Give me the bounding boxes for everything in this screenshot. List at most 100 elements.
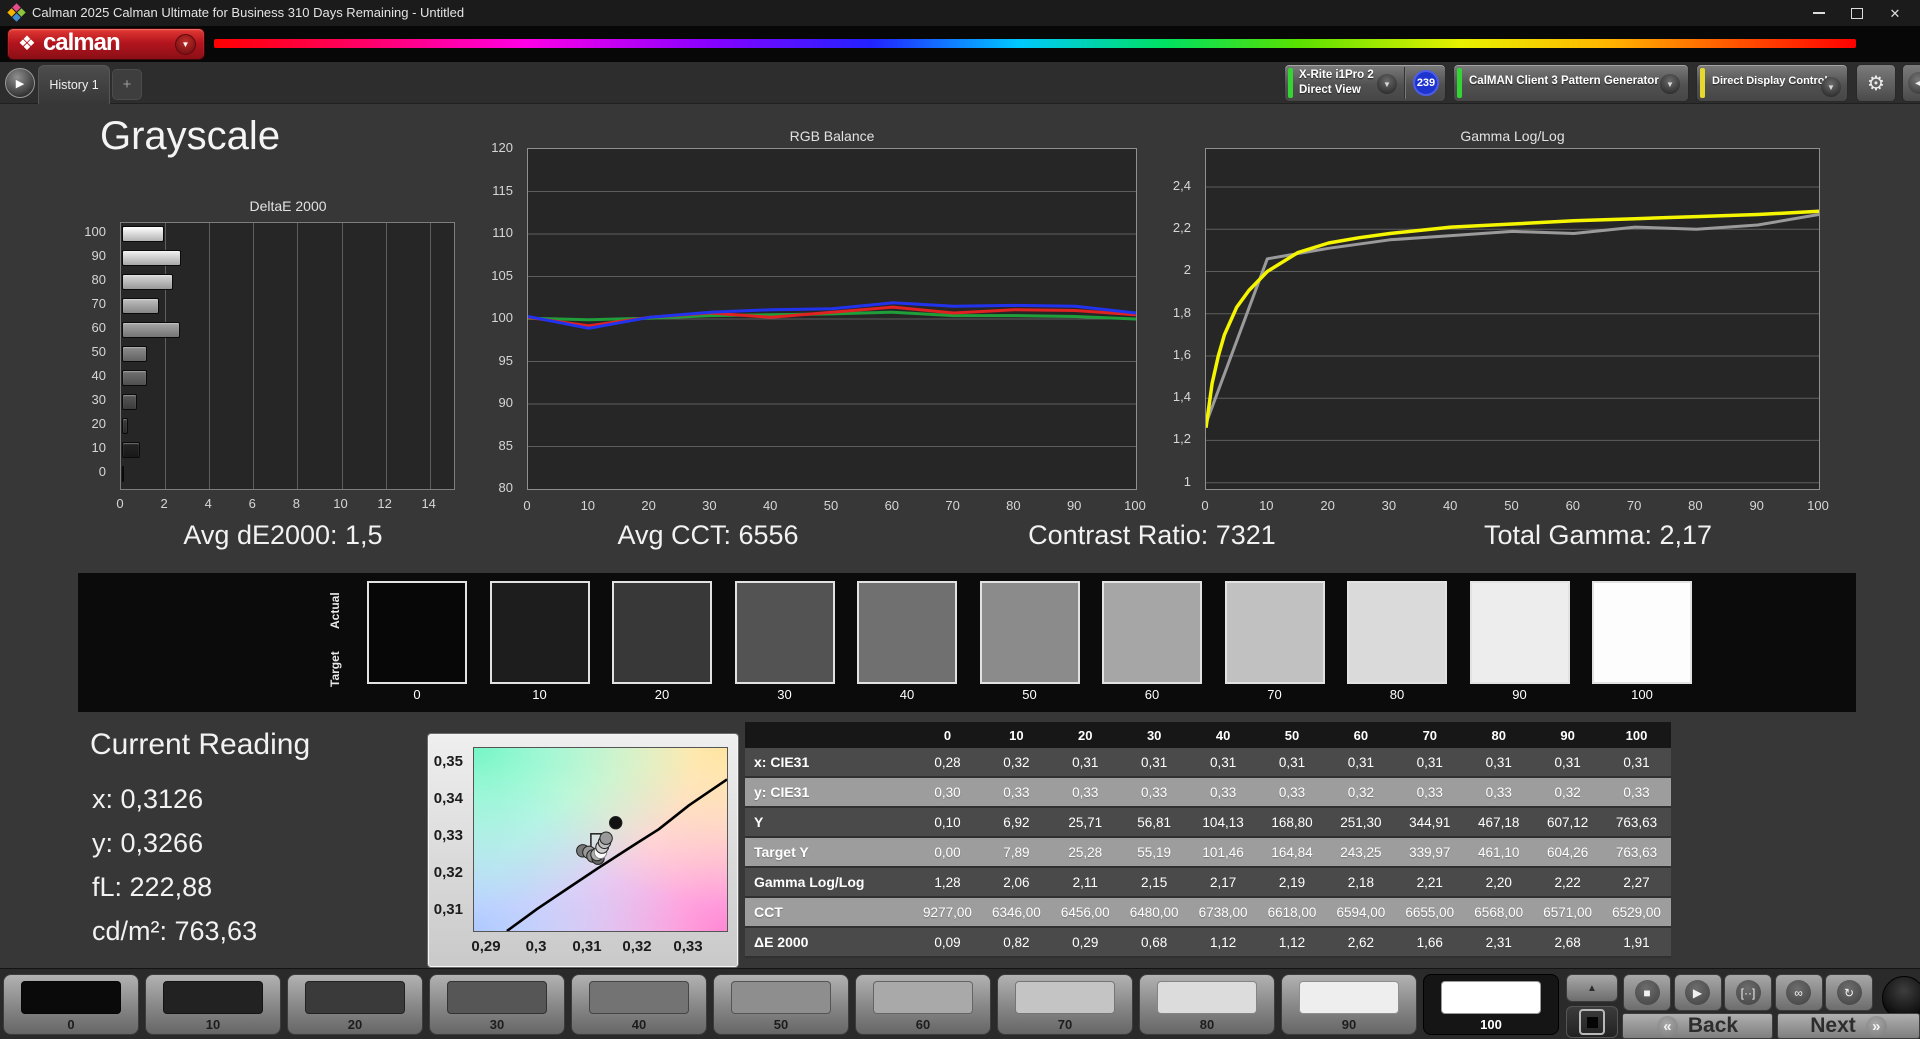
pattern-level-label: 60	[915, 1017, 931, 1032]
refresh-icon: ↻	[1836, 980, 1862, 1005]
chevron-down-icon[interactable]: ▼	[1377, 74, 1397, 94]
ramp-swatch-label: 20	[654, 687, 670, 702]
back-chevron-icon: «	[1656, 1015, 1678, 1037]
pattern-window-button[interactable]	[1566, 1006, 1618, 1038]
stop-button[interactable]: ■	[1623, 974, 1671, 1011]
calman-menu-button[interactable]: ❖ calman ▼	[7, 28, 205, 60]
table-cell: 0,31	[1533, 748, 1603, 778]
next-button[interactable]: Next »	[1777, 1013, 1920, 1039]
pattern-level-label: 20	[347, 1017, 363, 1032]
deltae-y-axis: 100 90 80 70 60 50 40 30 20 10 0	[84, 224, 106, 479]
table-cell: 0,31	[1188, 748, 1258, 778]
pattern-level-button-10[interactable]: 10	[145, 974, 281, 1035]
reading-y: y: 0,3266	[92, 828, 204, 858]
minimize-button[interactable]	[1800, 0, 1838, 26]
play-button[interactable]: ▶	[1673, 974, 1722, 1011]
pattern-level-button-60[interactable]: 60	[855, 974, 991, 1035]
continuous-measure-button[interactable]: ∞	[1774, 974, 1823, 1011]
reading-x: x: 0,3126	[92, 784, 204, 814]
table-cell: 0,32	[1533, 777, 1603, 808]
table-col-header: 60	[1326, 722, 1396, 748]
actual-row-label: Actual	[328, 592, 342, 630]
table-cell: 0,31	[1119, 748, 1189, 778]
add-tab-button[interactable]: +	[112, 69, 142, 100]
table-cell: 1,12	[1188, 927, 1258, 958]
display-control-dropdown[interactable]: Direct Display Control ▼	[1696, 64, 1848, 102]
deltae-chart	[120, 222, 455, 490]
reading-fl: fL: 222,88	[92, 872, 213, 902]
chevron-down-icon[interactable]: ▼	[1660, 74, 1680, 94]
meter-dropdown[interactable]: X-Rite i1Pro 2 Direct View ▼ 239	[1284, 64, 1446, 102]
ramp-swatch-0	[367, 581, 467, 684]
table-row: y: CIE31 0,30 0,33 0,33 0,33 0,33 0,33 0,32 0,33…	[745, 777, 1671, 808]
table-cell: 2,18	[1326, 867, 1396, 898]
table-cell: 763,63	[1602, 837, 1671, 868]
run-history-button[interactable]: ▶	[5, 68, 35, 98]
table-cell: 2,11	[1050, 867, 1120, 898]
table-cell: 6,92	[981, 807, 1051, 838]
minimize-icon	[1813, 12, 1825, 14]
maximize-icon	[1851, 7, 1863, 19]
deltae-bar-90	[122, 250, 182, 266]
table-cell: 2,15	[1119, 867, 1189, 898]
pattern-level-button-30[interactable]: 30	[429, 974, 565, 1035]
ramp-swatch-70	[1224, 581, 1325, 684]
pattern-toolbar: ▲ « Back Next » 0 10 20 30 40 50 60 70 80 90 100 ■ ▶…	[0, 968, 1920, 1039]
rgb-balance-chart-title: RGB Balance	[789, 128, 875, 144]
pattern-level-button-90[interactable]: 90	[1281, 974, 1417, 1035]
close-button[interactable]: ✕	[1876, 0, 1914, 26]
table-row-label: CCT	[745, 897, 913, 928]
ramp-swatch-10	[489, 581, 590, 684]
table-cell: 0,31	[1464, 748, 1534, 778]
play-icon: ▶	[1685, 980, 1710, 1005]
play-icon: ▶	[15, 77, 25, 90]
pattern-size-button[interactable]: [··]	[1724, 974, 1772, 1011]
deltae-chart-title: DeltaE 2000	[249, 198, 327, 214]
table-cell: 0,33	[1050, 777, 1120, 808]
pattern-level-button-80[interactable]: 80	[1139, 974, 1275, 1035]
ramp-swatch-100	[1592, 581, 1692, 684]
pattern-level-swatch	[1157, 981, 1257, 1014]
maximize-button[interactable]	[1838, 0, 1876, 26]
table-cell: 0,28	[913, 748, 982, 778]
table-row: x: CIE31 0,28 0,32 0,31 0,31 0,31 0,31 0,31 0,31…	[745, 748, 1671, 778]
table-cell: 0,00	[913, 837, 982, 868]
refresh-button[interactable]: ↻	[1825, 974, 1873, 1011]
table-cell: 0,33	[1395, 777, 1465, 808]
table-cell: 2,68	[1533, 927, 1603, 958]
pattern-level-button-20[interactable]: 20	[287, 974, 423, 1035]
pattern-level-button-0[interactable]: 0	[3, 974, 139, 1035]
toolbar: ▶ History 1 + X-Rite i1Pro 2 Direct View…	[0, 62, 1920, 104]
tab-history-1[interactable]: History 1	[38, 65, 110, 104]
table-cell: 0,09	[913, 927, 982, 958]
grayscale-data-table: 0 10 20 30 40 50 60 70 80 90 100 x: CIE31 0,28 0,32 0,…	[745, 722, 1671, 958]
panel-expand-button[interactable]: ▲	[1566, 974, 1618, 1002]
ramp-swatch-90	[1469, 581, 1570, 684]
table-row: ΔE 2000 0,09 0,82 0,29 0,68 1,12 1,12 2,62 1,66 2…	[745, 927, 1671, 958]
table-cell: 344,91	[1395, 807, 1465, 838]
ramp-swatch-label: 100	[1631, 687, 1653, 702]
logo-dropdown-icon[interactable]: ▼	[175, 33, 196, 55]
pattern-generator-dropdown[interactable]: CalMAN Client 3 Pattern Generator ▼	[1453, 64, 1689, 102]
deltae-bar-20	[122, 418, 129, 434]
ramp-swatch-label: 0	[413, 687, 421, 702]
table-cell: 25,28	[1050, 837, 1120, 868]
back-button[interactable]: « Back	[1622, 1013, 1773, 1039]
pattern-level-swatch	[873, 981, 973, 1014]
pattern-level-button-50[interactable]: 50	[713, 974, 849, 1035]
pattern-level-button-70[interactable]: 70	[997, 974, 1133, 1035]
settings-gear-button[interactable]: ⚙	[1856, 64, 1896, 102]
table-cell: 1,66	[1395, 927, 1465, 958]
collapse-panel-button[interactable]: ◀	[1902, 64, 1920, 102]
ramp-swatch-60	[1102, 581, 1202, 684]
meter-count-badge[interactable]: 239	[1413, 70, 1439, 96]
table-cell: 1,12	[1257, 927, 1327, 958]
deltae-bar-10	[122, 442, 141, 458]
avg-de2000-stat: Avg dE2000: 1,5	[183, 520, 383, 550]
chevron-down-icon[interactable]: ▼	[1821, 77, 1841, 97]
app-icon	[7, 3, 26, 22]
pattern-level-button-40[interactable]: 40	[571, 974, 707, 1035]
pattern-level-button-100[interactable]: 100	[1423, 974, 1559, 1035]
continuous-measure-icon: ∞	[1786, 980, 1811, 1005]
table-col-header: 30	[1119, 722, 1189, 748]
